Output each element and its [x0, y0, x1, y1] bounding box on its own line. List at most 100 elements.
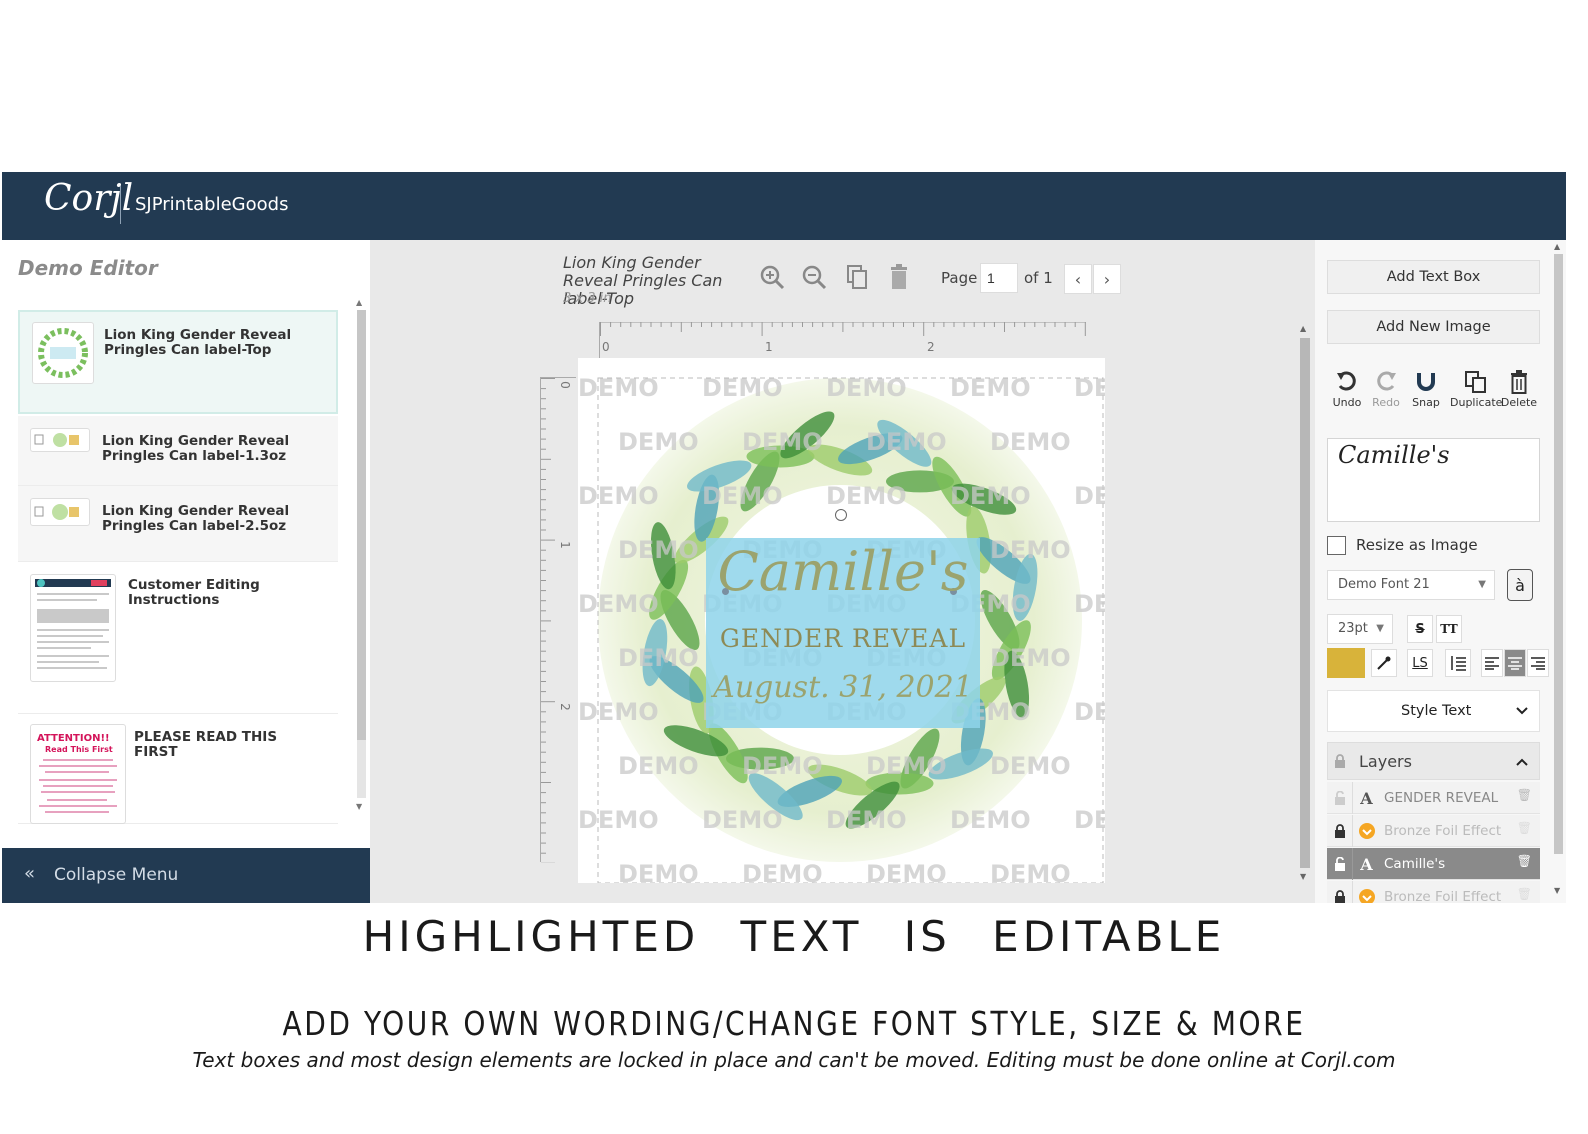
- page-item-read-first[interactable]: ATTENTION!! Read This First PLEASE READ …: [18, 714, 338, 824]
- note-caption: Text boxes and most design elements are …: [192, 1048, 1396, 1072]
- font-glyph-button[interactable]: à: [1507, 569, 1533, 601]
- undo-button[interactable]: Undo: [1326, 368, 1368, 409]
- add-text-box-button[interactable]: Add Text Box: [1327, 260, 1540, 294]
- copy-page-icon[interactable]: [842, 262, 872, 292]
- layer-row[interactable]: Bronze Foil Effect 🗑: [1327, 815, 1540, 847]
- chevron-up-icon: [1516, 758, 1528, 766]
- line-height-button[interactable]: [1445, 649, 1471, 677]
- trash-icon[interactable]: 🗑: [1517, 788, 1532, 802]
- layer-row-active[interactable]: A Camille's 🗑: [1327, 848, 1540, 880]
- unlock-icon[interactable]: [1327, 782, 1353, 814]
- layer-name: GENDER REVEAL: [1384, 790, 1499, 806]
- undo-label: Undo: [1332, 396, 1362, 409]
- duplicate-button[interactable]: Duplicate: [1450, 368, 1502, 409]
- logo-divider: [120, 186, 121, 224]
- top-bar: Corjl SJPrintableGoods: [2, 172, 1566, 240]
- page-item-25oz[interactable]: Lion King Gender Reveal Pringles Can lab…: [18, 486, 338, 562]
- delete-button[interactable]: Delete: [1498, 368, 1540, 409]
- right-panel: Add Text Box Add New Image Undo Redo Sna…: [1315, 240, 1566, 903]
- eyedropper-button[interactable]: [1371, 649, 1397, 677]
- document-size: 3 x 3 in: [563, 291, 612, 306]
- add-new-image-button[interactable]: Add New Image: [1327, 310, 1540, 344]
- image-layer-icon: [1354, 815, 1379, 847]
- trash-icon[interactable]: 🗑: [1517, 821, 1532, 835]
- page-thumbnail: [32, 322, 94, 384]
- font-glyph-icon: à: [1515, 575, 1525, 595]
- lock-icon[interactable]: [1327, 815, 1353, 847]
- letter-spacing-button[interactable]: LS: [1407, 649, 1433, 677]
- name-text[interactable]: Camille's: [706, 540, 980, 603]
- layer-row[interactable]: Bronze Foil Effect 🗑: [1327, 881, 1540, 903]
- resize-as-image-checkbox[interactable]: [1327, 536, 1346, 555]
- text-editor-field[interactable]: Camille's: [1327, 438, 1540, 522]
- page-item-top[interactable]: Lion King Gender Reveal Pringles Can lab…: [18, 310, 338, 414]
- next-page-button[interactable]: ›: [1093, 264, 1121, 294]
- page-item-instructions[interactable]: Customer Editing Instructions: [18, 562, 338, 714]
- align-left-button[interactable]: [1481, 649, 1503, 677]
- scroll-up-icon[interactable]: ▲: [1300, 324, 1306, 333]
- gender-reveal-text[interactable]: GENDER REVEAL: [706, 624, 980, 653]
- attention-text: ATTENTION!!: [37, 733, 110, 744]
- font-value: Demo Font 21: [1338, 577, 1430, 592]
- redo-button[interactable]: Redo: [1365, 368, 1407, 409]
- font-size-value: 23pt: [1338, 621, 1368, 636]
- pages-scrollbar[interactable]: ▲ ▼: [354, 296, 368, 816]
- layers-label: Layers: [1359, 752, 1412, 771]
- scroll-up-icon[interactable]: ▲: [1554, 242, 1560, 251]
- shop-name[interactable]: SJPrintableGoods: [135, 194, 288, 215]
- layer-row[interactable]: A GENDER REVEAL 🗑: [1327, 782, 1540, 814]
- text-color-swatch[interactable]: [1327, 648, 1365, 678]
- previous-page-button[interactable]: ‹: [1064, 264, 1092, 294]
- page-name: Lion King Gender Reveal Pringles Can lab…: [102, 433, 290, 464]
- page-thumbnail: ATTENTION!! Read This First: [30, 724, 126, 824]
- canvas-scrollbar[interactable]: ▲ ▼: [1297, 324, 1313, 884]
- snap-label: Snap: [1412, 396, 1440, 409]
- page-name: Lion King Gender Reveal Pringles Can lab…: [102, 503, 290, 534]
- uppercase-button[interactable]: TT: [1436, 615, 1462, 643]
- collapse-menu-button[interactable]: « Collapse Menu: [2, 848, 370, 903]
- delete-label: Delete: [1500, 396, 1538, 409]
- page-number-input[interactable]: [980, 263, 1018, 293]
- font-select[interactable]: Demo Font 21 ▼: [1327, 570, 1495, 600]
- page-name: Customer Editing Instructions: [128, 577, 260, 608]
- duplicate-label: Duplicate: [1450, 396, 1503, 409]
- lock-icon[interactable]: [1327, 881, 1353, 903]
- zoom-in-icon[interactable]: [757, 262, 787, 292]
- collapse-menu-label: Collapse Menu: [54, 865, 179, 885]
- font-size-select[interactable]: 23pt ▼: [1327, 614, 1393, 644]
- page-thumbnail: [30, 498, 90, 526]
- page-item-13oz[interactable]: Lion King Gender Reveal Pringles Can lab…: [18, 416, 338, 486]
- unlock-icon[interactable]: [1327, 848, 1353, 880]
- ruler-label-0: 0: [602, 340, 610, 354]
- trash-icon[interactable]: 🗑: [1517, 854, 1532, 868]
- layers-header[interactable]: Layers: [1327, 742, 1540, 780]
- lock-icon: [1335, 754, 1345, 768]
- undo-icon: [1326, 368, 1368, 396]
- scroll-down-icon[interactable]: ▼: [1300, 872, 1306, 881]
- delete-page-icon[interactable]: [884, 262, 914, 292]
- strikethrough-button[interactable]: S: [1407, 615, 1433, 643]
- rotate-handle[interactable]: [835, 509, 847, 521]
- right-panel-scrollbar[interactable]: ▲ ▼: [1551, 240, 1566, 903]
- caret-down-icon: ▼: [1376, 623, 1384, 634]
- corjl-editor-window: Corjl SJPrintableGoods Demo Editor Lion …: [2, 172, 1566, 903]
- style-text-dropdown[interactable]: Style Text: [1327, 690, 1540, 732]
- magnet-icon: [1405, 368, 1447, 396]
- ruler-label-0: 0: [557, 381, 572, 389]
- resize-as-image-label: Resize as Image: [1356, 536, 1478, 554]
- scroll-up-icon[interactable]: ▲: [356, 298, 362, 307]
- trash-icon[interactable]: 🗑: [1517, 887, 1532, 901]
- scroll-down-icon[interactable]: ▼: [356, 802, 362, 811]
- caret-down-icon: ▼: [1478, 579, 1486, 590]
- date-text[interactable]: August. 31, 2021: [706, 670, 980, 705]
- scroll-down-icon[interactable]: ▼: [1554, 886, 1560, 895]
- zoom-out-icon[interactable]: [799, 262, 829, 292]
- layer-name: Camille's: [1384, 856, 1446, 872]
- page-name: PLEASE READ THIS FIRST: [134, 729, 278, 760]
- redo-icon: [1365, 368, 1407, 396]
- snap-button[interactable]: Snap: [1405, 368, 1447, 409]
- text-editor-value: Camille's: [1338, 441, 1450, 469]
- design-canvas[interactable]: DEMODEMODEMODEMODEMODEMODEMODEMODEMODEMO…: [578, 358, 1105, 883]
- align-right-button[interactable]: [1527, 649, 1549, 677]
- align-center-button[interactable]: [1504, 649, 1526, 677]
